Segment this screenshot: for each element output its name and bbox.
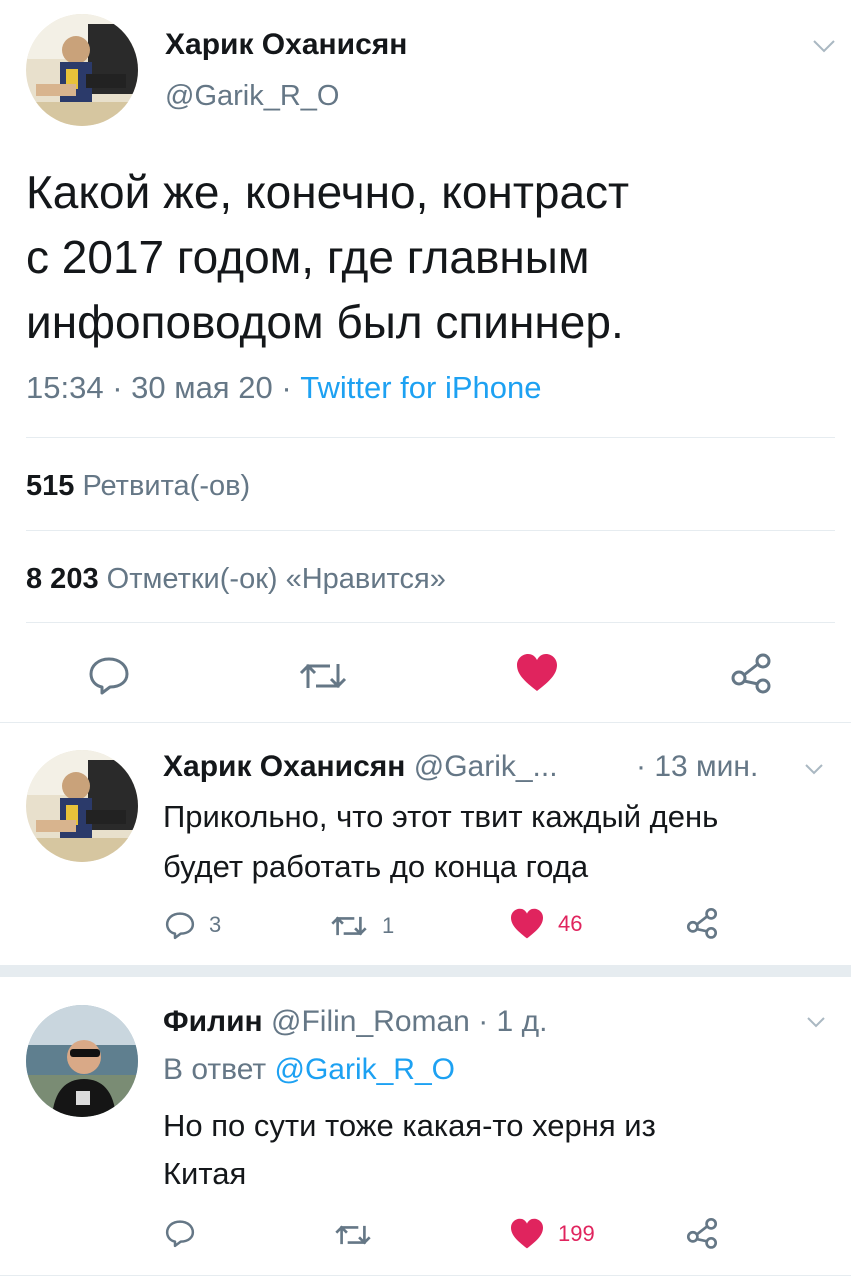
divider [26,437,835,438]
reply-icon[interactable] [165,1218,195,1248]
tweet-text-line: инфоповодом был спиннер. [26,296,624,348]
share-icon[interactable] [686,1217,718,1249]
reply-author-handle[interactable]: @Filin_Roman [271,1005,470,1038]
share-icon[interactable] [730,652,772,694]
reply-count: 3 [209,912,222,937]
retweet-icon[interactable] [298,658,348,694]
reply-author-name[interactable]: Харик Оханисян [163,750,405,783]
like-icon[interactable] [516,653,558,693]
reply-to-handle-link[interactable]: @Garik_R_O [274,1053,455,1086]
reply-author-name[interactable]: Филин [163,1005,263,1038]
like-icon[interactable] [510,908,544,940]
chevron-down-icon[interactable] [812,38,836,54]
like-count: 199 [558,1221,595,1246]
meta-separator: · [281,370,292,405]
reply-header: Харик Оханисян @Garik_... [163,750,558,784]
author-name[interactable]: Харик Оханисян [165,28,407,62]
retweet-icon[interactable] [330,912,368,940]
reply-header: Филин @Filin_Roman · 1 д. [163,1005,547,1039]
author-handle[interactable]: @Garik_R_O [165,80,339,113]
reply-icon[interactable] [88,655,130,695]
share-icon[interactable] [686,907,718,939]
author-avatar[interactable] [26,14,138,126]
retweets-label: Ретвита(-ов) [82,470,251,502]
reply-time: · 13 мин. [636,750,759,783]
divider [26,530,835,531]
reply-text-line: Китая [163,1156,247,1191]
reply-to: В ответ @Garik_R_O [163,1053,455,1087]
reply-avatar[interactable] [26,750,138,862]
divider [26,622,835,623]
reply-text: Но по сути тоже какая-то херня из Китая [163,1102,656,1198]
reply-action-like[interactable]: 46 [510,908,582,940]
reply-text-line: Но по сути тоже какая-то херня из [163,1108,656,1143]
likes-count: 8 203 [26,563,99,595]
reply-action-reply[interactable]: 3 [165,910,221,940]
reply-text-line: будет работать до конца года [163,849,589,884]
tweet-time: 15:34 [26,370,104,405]
retweet-icon[interactable] [334,1221,372,1249]
tweet-source-link[interactable]: Twitter for iPhone [300,370,541,405]
retweets-count: 515 [26,470,75,502]
reply-action-like[interactable]: 199 [510,1218,595,1250]
retweet-count: 1 [382,913,395,938]
reply-avatar[interactable] [26,1005,138,1117]
retweets-stat[interactable]: 515 Ретвита(-ов) [26,470,250,503]
divider [0,722,851,723]
tweet-text-line: с 2017 годом, где главным [26,231,590,283]
like-count: 46 [558,911,583,936]
reply-author-handle[interactable]: @Garik_... [414,750,558,783]
meta-separator: · [112,370,123,405]
tweet-meta: 15:34 · 30 мая 20 · Twitter for iPhone [26,370,541,406]
chevron-down-icon[interactable] [806,1015,826,1029]
chevron-down-icon[interactable] [804,762,824,776]
thread-separator [0,965,851,977]
tweet-text-line: Какой же, конечно, контраст [26,166,630,218]
likes-stat[interactable]: 8 203 Отметки(-ок) «Нравится» [26,563,446,596]
likes-label: Отметки(-ок) «Нравится» [106,563,446,595]
like-icon[interactable] [510,1218,544,1250]
divider [0,1275,851,1276]
reply-text: Прикольно, что этот твит каждый день буд… [163,792,718,892]
tweet-text: Какой же, конечно, контраст с 2017 годом… [26,160,629,355]
reply-time: · 1 д. [478,1005,548,1038]
reply-icon[interactable] [165,910,195,940]
reply-text-line: Прикольно, что этот твит каждый день [163,799,719,834]
reply-to-label: В ответ [163,1053,267,1086]
reply-action-retweet[interactable]: 1 [330,912,394,940]
tweet-date: 30 мая 20 [131,370,273,405]
